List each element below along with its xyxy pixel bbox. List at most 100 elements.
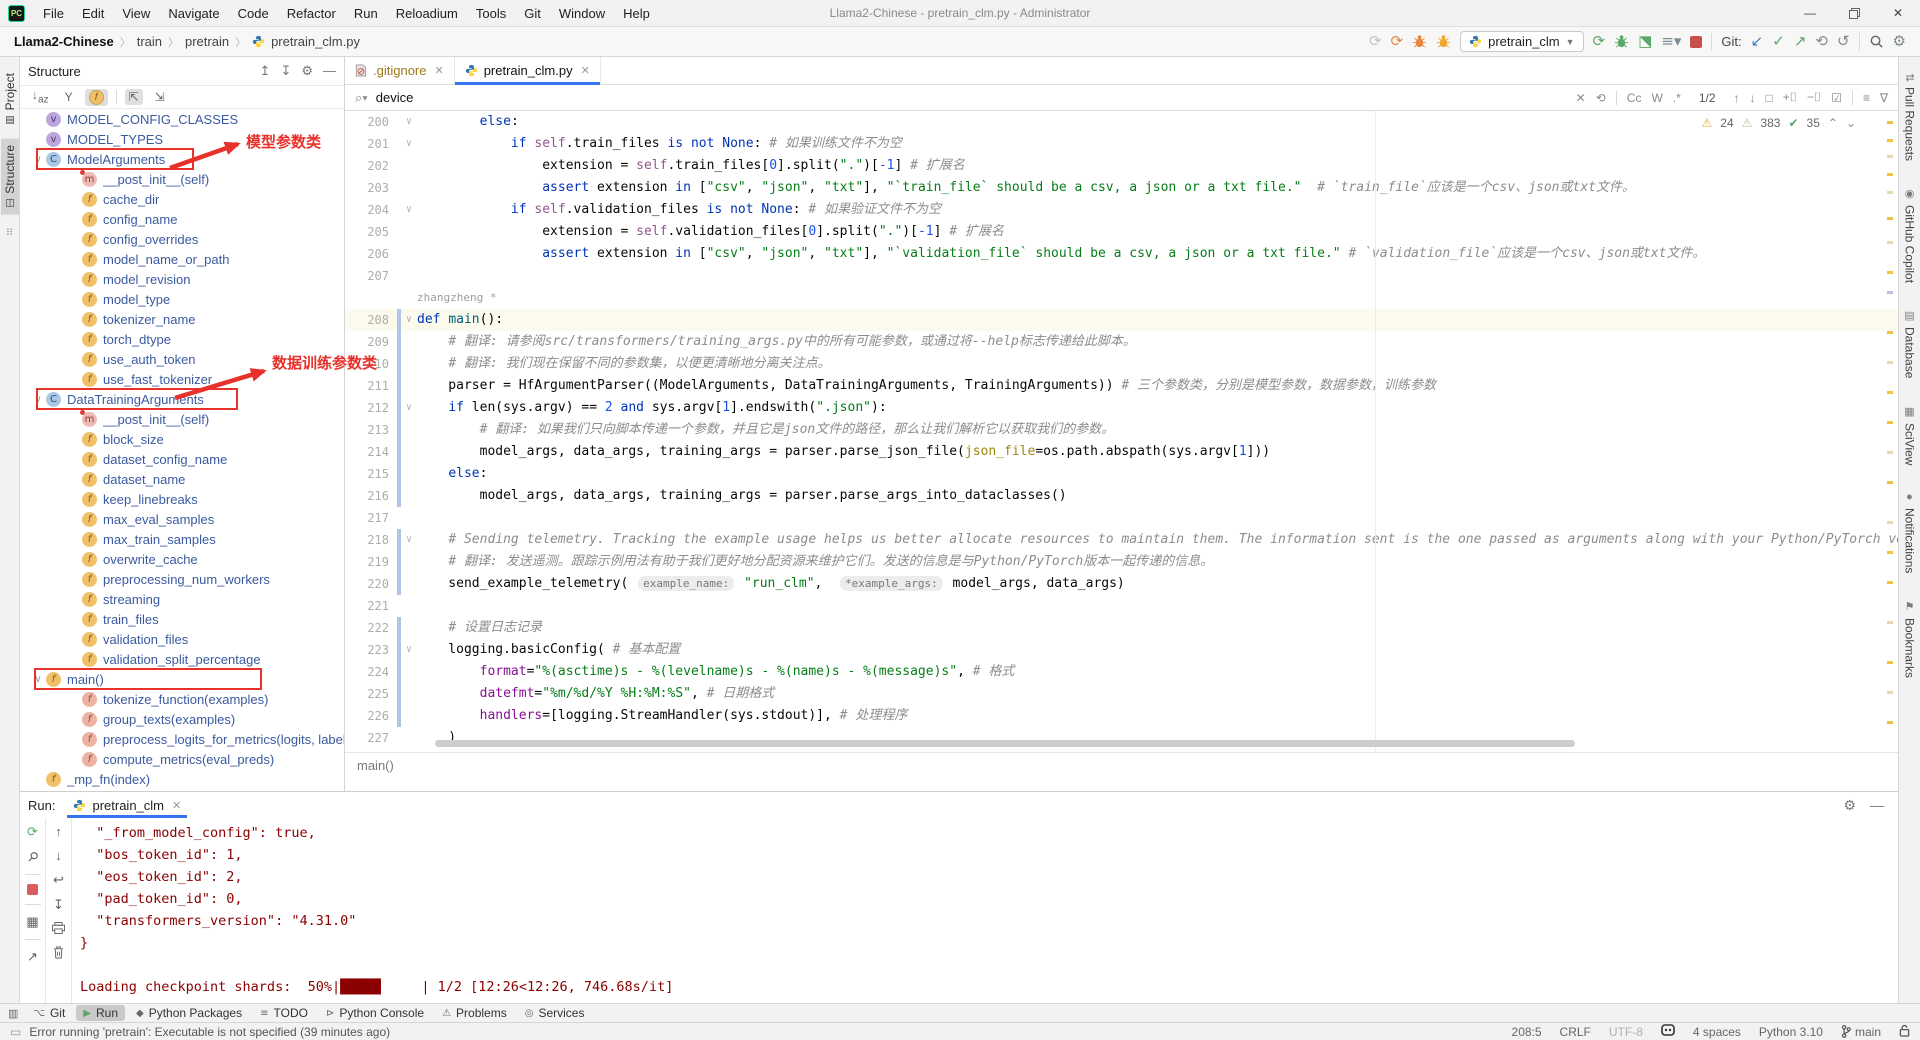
breadcrumb-project[interactable]: Llama2-Chinese [14,34,114,49]
structure-item-cache-dir[interactable]: fcache_dir [20,189,344,209]
horizontal-scrollbar[interactable] [435,740,1575,747]
python-interpreter[interactable]: Python 3.10 [1759,1025,1823,1039]
stripe-bookmarks[interactable]: ⚑Bookmarks [1903,600,1917,678]
close-tab-icon[interactable]: ✕ [581,64,590,77]
code-line[interactable]: zhangzheng * [345,287,1898,309]
stop-icon[interactable] [1690,36,1702,48]
match-case-toggle[interactable]: Cc [1627,91,1642,105]
fold-marker-icon[interactable]: ∨ [401,309,417,331]
structure-item-datatrainingarguments[interactable]: ∨CDataTrainingArguments [20,389,344,409]
close-tab-icon[interactable]: ✕ [172,799,181,812]
filter-funnel-icon[interactable]: ∇ [1880,91,1888,105]
always-select-opened-icon[interactable]: ⇱ [125,89,143,105]
select-all-occurrences-icon[interactable]: ☑ [1831,91,1842,105]
structure-item-dataset-config-name[interactable]: fdataset_config_name [20,449,344,469]
soft-wrap-icon[interactable]: ↩ [53,872,64,888]
tool-tab-problems[interactable]: ⚠Problems [435,1005,514,1021]
git-update-icon[interactable]: ↙ [1751,34,1764,49]
code-line[interactable]: 224 format="%(asctime)s - %(levelname)s … [345,661,1898,683]
structure-item-max-train-samples[interactable]: fmax_train_samples [20,529,344,549]
code-line[interactable]: 211 parser = HfArgumentParser((ModelArgu… [345,375,1898,397]
add-occurrence-icon[interactable]: +⌷ [1783,90,1797,105]
expand-chevron-icon[interactable]: ∨ [30,154,46,165]
structure-item-main-[interactable]: ∨fmain() [20,669,344,689]
breadcrumb-file[interactable]: pretrain_clm.py [271,34,360,49]
expand-chevron-icon[interactable]: ∨ [30,394,46,405]
menu-edit[interactable]: Edit [74,3,112,24]
open-in-find-window-icon[interactable]: □ [1766,91,1773,105]
fold-marker-icon[interactable]: ∨ [401,397,417,419]
stripe-github-copilot[interactable]: ◉GitHub Copilot [1903,187,1917,283]
tool-tab-python-packages[interactable]: ◆Python Packages [129,1005,249,1021]
structure-tree[interactable]: vMODEL_CONFIG_CLASSESvMODEL_TYPES∨CModel… [20,109,344,789]
menu-tools[interactable]: Tools [468,3,514,24]
code-line[interactable]: 221 [345,595,1898,617]
close-button[interactable]: ✕ [1876,0,1920,26]
expand-chevron-icon[interactable]: ∨ [30,674,46,685]
tool-tab-git[interactable]: ⌥Git [26,1005,72,1021]
reloadium-debug-icon[interactable] [1436,34,1451,49]
editor-scrollbar[interactable] [1884,111,1896,752]
tab-pretrain-clm[interactable]: pretrain_clm.py ✕ [455,57,601,84]
code-line[interactable]: 217 [345,507,1898,529]
menu-run[interactable]: Run [346,3,386,24]
code-line[interactable]: 225 datefmt="%m/%d/%Y %H:%M:%S", # 日期格式 [345,683,1898,705]
structure-item--post-init-self-[interactable]: m__post_init__(self) [20,169,344,189]
structure-item-group-texts-examples-[interactable]: fgroup_texts(examples) [20,709,344,729]
structure-item-tokenizer-name[interactable]: ftokenizer_name [20,309,344,329]
tab-gitignore[interactable]: .gitignore ✕ [345,57,455,84]
code-line[interactable]: 205 extension = self.validation_files[0]… [345,221,1898,243]
structure-item-config-overrides[interactable]: fconfig_overrides [20,229,344,249]
breadcrumb[interactable]: Llama2-Chinese 〉 train 〉 pretrain 〉 pret… [0,34,360,50]
restore-layout-icon[interactable]: ▦ [26,914,38,930]
menu-view[interactable]: View [114,3,158,24]
clear-search-icon[interactable]: ✕ [1576,91,1586,105]
scroll-to-end-icon[interactable]: ↧ [53,897,64,913]
structure-item-model-type[interactable]: fmodel_type [20,289,344,309]
structure-item-modelarguments[interactable]: ∨CModelArguments [20,149,344,169]
code-line[interactable]: 203 assert extension in ["csv", "json", … [345,177,1898,199]
menu-git[interactable]: Git [516,3,549,24]
structure-item-train-files[interactable]: ftrain_files [20,609,344,629]
remove-occurrence-icon[interactable]: −⌷ [1807,90,1821,105]
code-line[interactable]: 216 model_args, data_args, training_args… [345,485,1898,507]
run-settings-gear-icon[interactable]: ⚙ [1843,797,1856,814]
pin-tab-icon[interactable]: ↗ [27,949,38,965]
caret-position[interactable]: 208:5 [1512,1025,1542,1039]
fold-marker-icon[interactable]: ∨ [401,111,417,133]
code-line[interactable]: 218∨ # Sending telemetry. Tracking the e… [345,529,1898,551]
code-line[interactable]: 213 # 翻译: 如果我们只向脚本传递一个参数，并且它是json文件的路径，那… [345,419,1898,441]
menu-window[interactable]: Window [551,3,613,24]
editor-breadcrumb[interactable]: main() [345,752,1898,778]
maximize-button[interactable] [1832,0,1876,26]
search-history-icon[interactable]: ⟲ [1596,91,1606,105]
run-dashboard-icon[interactable]: ≡▾ [1661,34,1681,49]
structure-item-preprocessing-num-workers[interactable]: fpreprocessing_num_workers [20,569,344,589]
scroll-to-source-icon[interactable]: ⇲ [151,89,169,105]
search-icon[interactable]: ⌕▾ [355,90,368,106]
expand-all-icon[interactable]: ↥ [260,63,271,79]
code-line[interactable]: 209 # 翻译: 请参阅src/transformers/training_a… [345,331,1898,353]
code-line[interactable]: 201∨ if self.train_files is not None: # … [345,133,1898,155]
stripe-sciview[interactable]: ▦SciView [1903,405,1917,465]
editor-area[interactable]: .gitignore ✕ pretrain_clm.py ✕ ⌕▾ device… [345,57,1898,791]
code-line[interactable]: 200∨ else: [345,111,1898,133]
debug-icon[interactable] [1614,34,1629,49]
code-line[interactable]: 215 else: [345,463,1898,485]
structure-item-streaming[interactable]: fstreaming [20,589,344,609]
structure-item-model-revision[interactable]: fmodel_revision [20,269,344,289]
menu-bar[interactable]: FileEditViewNavigateCodeRefactorRunReloa… [35,3,658,24]
menu-file[interactable]: File [35,3,72,24]
edit-configuration-wrench-icon[interactable]: ⚲ [23,848,41,866]
hide-panel-icon[interactable]: — [323,63,336,79]
structure-item-preprocess-logits-for-metrics-logits-labels-[interactable]: fpreprocess_logits_for_metrics(logits, l… [20,729,344,749]
tool-tab-todo[interactable]: ≡TODO [253,1005,315,1021]
code-line[interactable]: 220 send_example_telemetry( example_name… [345,573,1898,595]
menu-code[interactable]: Code [230,3,277,24]
breadcrumb-item[interactable]: pretrain [185,34,229,49]
next-match-icon[interactable]: ↓ [1750,91,1756,105]
profile-icon[interactable]: ⬔ [1638,34,1652,49]
menu-help[interactable]: Help [615,3,658,24]
rerun-icon[interactable]: ⟳ [27,824,38,840]
sync-icon[interactable]: ⟳ [1369,34,1382,49]
